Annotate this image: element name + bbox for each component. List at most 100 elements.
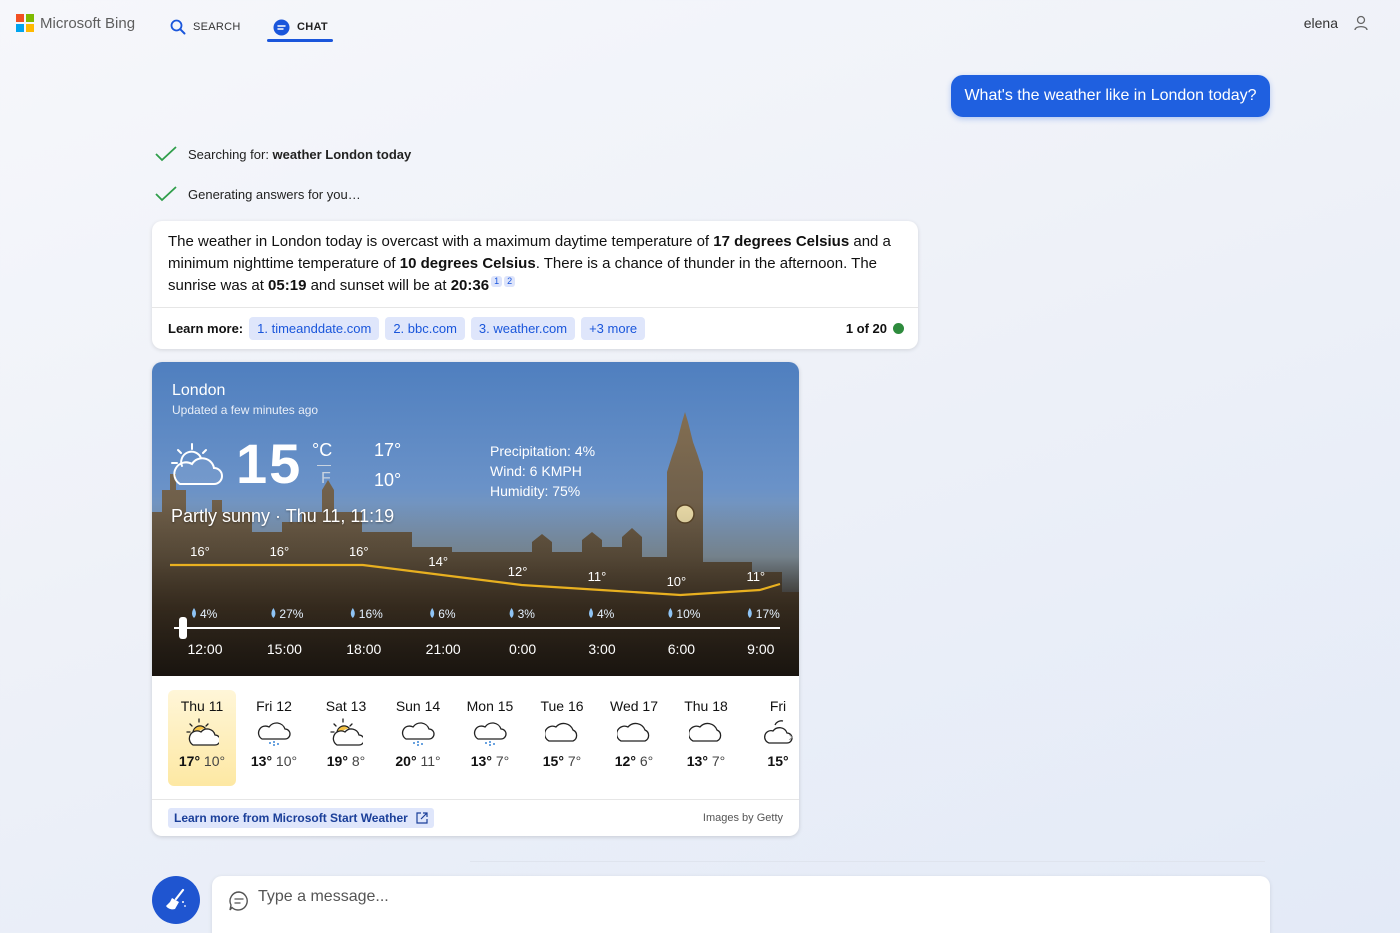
microsoft-logo-icon <box>16 14 34 32</box>
composer-divider <box>470 861 1265 862</box>
hourly-temp-label: 16° <box>349 544 369 559</box>
forecast-day[interactable]: Wed 17 12° 6° <box>600 690 668 786</box>
bing-logo[interactable]: Microsoft Bing <box>16 14 135 32</box>
new-topic-button[interactable] <box>152 876 200 924</box>
more-sources-button[interactable]: +3 more <box>581 317 646 340</box>
partly-sunny-icon <box>168 716 236 750</box>
weather-hero: London Updated a few minutes ago 15 °C F… <box>152 362 799 676</box>
learn-more-label: Learn more: <box>168 321 244 336</box>
answer-sunset: 20:36 <box>450 277 490 294</box>
weather-city: London <box>172 382 226 399</box>
partly-sunny-icon <box>312 716 380 750</box>
forecast-day[interactable]: Sat 13 19° 8° <box>312 690 380 786</box>
learn-more-row: Learn more: 1. timeanddate.com 2. bbc.co… <box>152 307 918 349</box>
tab-chat-label: CHAT <box>297 21 328 33</box>
forecast-day[interactable]: Fri 12 13° 10° <box>240 690 308 786</box>
forecast-day-temps: 12° 6° <box>600 753 668 769</box>
chevron-right-icon[interactable]: › <box>788 728 793 744</box>
weather-card: London Updated a few minutes ago 15 °C F… <box>152 362 799 836</box>
hourly-precip-label: 27% <box>279 607 303 621</box>
forecast-high: 13° <box>686 753 708 769</box>
chat-icon <box>273 19 290 35</box>
forecast-high: 17° <box>178 753 201 769</box>
tab-chat[interactable]: CHAT <box>273 12 328 42</box>
source-link-bbc[interactable]: 2. bbc.com <box>385 317 465 340</box>
tab-search[interactable]: SEARCH <box>170 12 241 42</box>
source-link-timeanddate[interactable]: 1. timeanddate.com <box>249 317 380 340</box>
raindrop-icon <box>192 608 196 618</box>
citation-2[interactable]: 2 <box>504 276 516 287</box>
today-low: 10° <box>374 470 402 490</box>
forecast-day-temps: 13° 7° <box>672 753 740 769</box>
unit-fahrenheit-toggle[interactable]: F <box>321 470 331 488</box>
search-icon <box>170 19 186 35</box>
hourly-temp-label: 10° <box>667 574 687 589</box>
forecast-low: 6° <box>635 753 654 769</box>
forecast-day-temps: 15° 7° <box>528 753 596 769</box>
current-temperature: 15 <box>236 432 303 495</box>
raindrop-icon <box>350 608 355 618</box>
raindrop-icon <box>430 608 435 618</box>
hourly-temp-label: 14° <box>428 554 448 569</box>
humidity: Humidity: 75% <box>490 483 581 499</box>
user-menu[interactable]: elena <box>1304 14 1370 32</box>
hourly-temp-label: 11° <box>588 569 607 584</box>
citation-1[interactable]: 1 <box>491 276 503 287</box>
raindrop-icon <box>271 608 276 618</box>
daily-forecast-strip: Thu 11 17° 10° Fri 12 13° 10° Sat 13 19° 8° Su… <box>152 676 799 800</box>
message-input[interactable] <box>258 888 1158 906</box>
hourly-precip-label: 10% <box>676 607 700 621</box>
microsoft-start-weather-link[interactable]: Learn more from Microsoft Start Weather <box>168 808 434 828</box>
forecast-day[interactable]: Mon 15 13° 7° <box>456 690 524 786</box>
hourly-time-label: 9:00 <box>747 641 774 657</box>
forecast-low: 10° <box>200 753 226 769</box>
forecast-day-label: Fri 12 <box>256 698 292 714</box>
forecast-high: 12° <box>614 753 636 769</box>
forecast-day-temps: 20° 11° <box>384 753 452 769</box>
hourly-time-label: 12:00 <box>187 641 222 657</box>
forecast-day-label: Sat 13 <box>325 698 367 714</box>
hourly-time-label: 3:00 <box>588 641 615 657</box>
hourly-precip-label: 4% <box>200 607 218 621</box>
forecast-day[interactable]: Thu 18 13° 7° <box>672 690 740 786</box>
forecast-day[interactable]: Tue 16 15° 7° <box>528 690 596 786</box>
message-composer <box>212 876 1270 933</box>
weather-footer: Learn more from Microsoft Start Weather … <box>152 800 799 836</box>
hourly-precip-label: 17% <box>756 607 780 621</box>
image-credit: Images by Getty <box>702 812 783 824</box>
status-searching: Searching for: weather London today <box>154 144 411 164</box>
forecast-day-label: Fri <box>769 698 787 714</box>
hourly-time-label: 6:00 <box>668 641 695 657</box>
forecast-day[interactable]: Thu 11 17° 10° <box>168 690 236 786</box>
precipitation: Precipitation: 4% <box>490 443 596 459</box>
rain-cloud-icon <box>240 716 308 750</box>
status-search-query: weather London today <box>272 146 412 162</box>
status-generating: Generating answers for you… <box>154 184 361 204</box>
status-generating-text: Generating answers for you… <box>188 186 361 202</box>
forecast-day-temps: 15° <box>744 753 799 769</box>
source-link-weather[interactable]: 3. weather.com <box>470 317 576 340</box>
raindrop-icon <box>509 608 514 618</box>
hourly-time-label: 0:00 <box>509 641 536 657</box>
weather-condition: Partly sunny · Thu 11, 11:19 <box>171 506 395 526</box>
raindrop-icon <box>747 608 752 618</box>
forecast-low: 7° <box>563 753 582 769</box>
response-counter-text: 1 of 20 <box>845 321 887 336</box>
cloud-icon <box>672 716 740 750</box>
timeline-slider-handle[interactable] <box>179 617 187 639</box>
forecast-day-label: Thu 11 <box>180 698 224 714</box>
forecast-day-temps: 17° 10° <box>168 753 236 769</box>
checkmark-icon <box>155 146 177 162</box>
forecast-day[interactable]: Sun 14 20° 11° <box>384 690 452 786</box>
status-dot-icon <box>893 323 904 334</box>
user-avatar-icon <box>1354 15 1368 31</box>
hourly-temp-label: 16° <box>190 544 210 559</box>
answer-sunrise: 05:19 <box>268 277 307 294</box>
hourly-forecast-chart: 16° 16° 16° 14° 12° 11° 10° 11° 4% 27% 16% 6% 3% 4% 10… <box>170 544 781 657</box>
unit-celsius-toggle[interactable]: °C <box>312 440 332 461</box>
answer-card: The weather in London today is overcast … <box>152 221 918 349</box>
user-name: elena <box>1303 15 1338 31</box>
answer-part: and sunset will be at <box>306 277 451 294</box>
forecast-day-temps: 13° 10° <box>240 753 308 769</box>
forecast-day-label: Sun 14 <box>395 698 441 714</box>
